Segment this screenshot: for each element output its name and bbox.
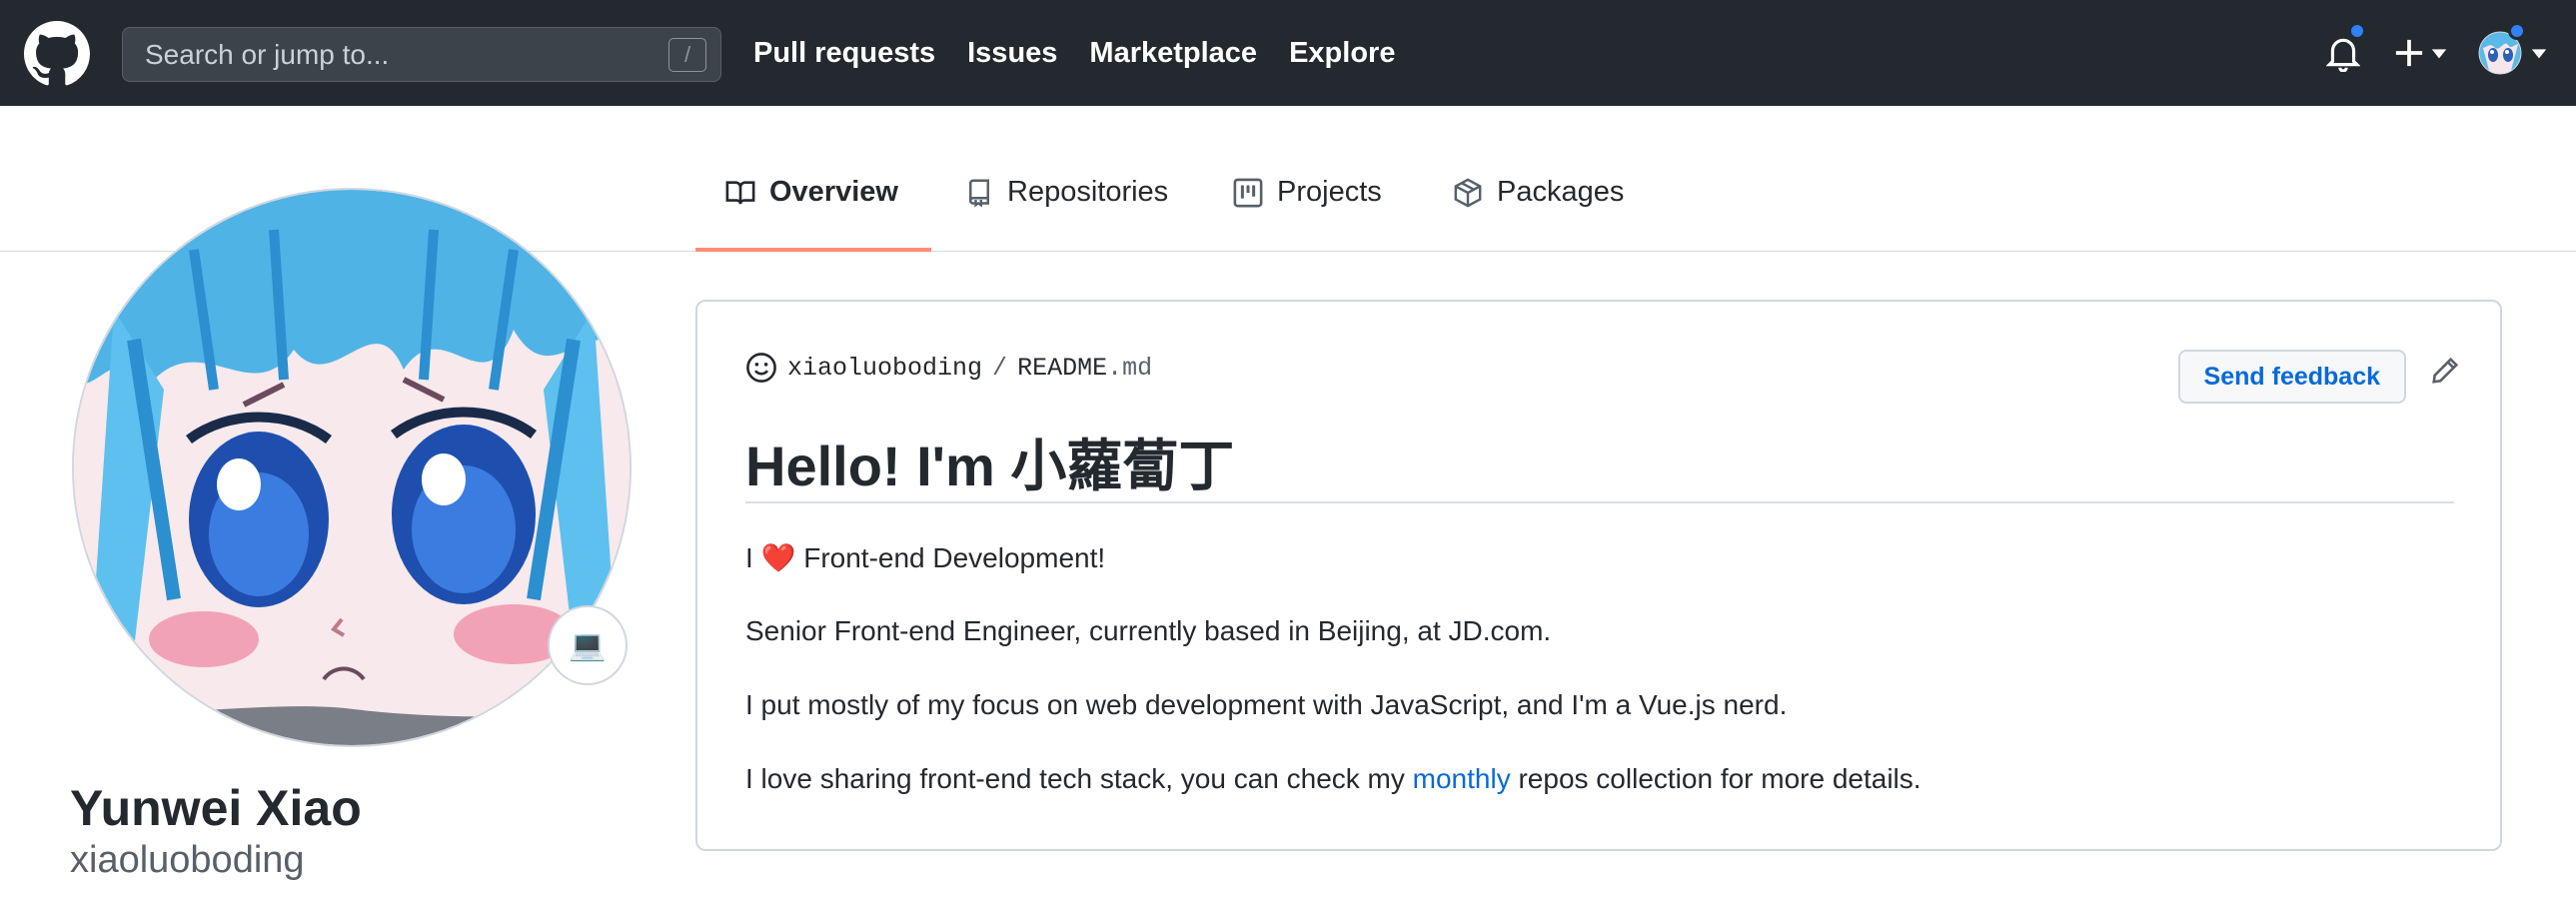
search-input[interactable]: [145, 38, 625, 71]
book-icon: [725, 181, 755, 205]
readme-line-2: Senior Front-end Engineer, currently bas…: [745, 615, 1552, 646]
search-shortcut-key: /: [668, 38, 706, 72]
caret-down-icon: [2531, 49, 2547, 59]
global-header: / Pull requests Issues Marketplace Explo…: [0, 0, 2576, 106]
readme-line-1: I ❤️ Front-end Development!: [745, 541, 1105, 574]
breadcrumb-separator: /: [992, 353, 1008, 383]
github-logo-icon[interactable]: [24, 21, 90, 87]
tab-repositories[interactable]: Repositories: [965, 176, 1168, 252]
readme-file-ext: .md: [1107, 353, 1153, 383]
readme-owner-link[interactable]: xiaoluoboding: [787, 354, 982, 383]
nav-marketplace[interactable]: Marketplace: [1089, 37, 1257, 70]
profile-full-name: Yunwei Xiao: [70, 780, 362, 836]
package-icon: [1454, 178, 1482, 208]
profile-avatar[interactable]: [72, 188, 632, 747]
profile-readme-card: xiaoluoboding / README.md Send feedback …: [695, 300, 2502, 851]
readme-file-link[interactable]: README.md: [1017, 354, 1152, 383]
avatar-illustration: [74, 190, 630, 745]
readme-line-1-prefix: I: [745, 542, 761, 573]
readme-line-4: I love sharing front-end tech stack, you…: [745, 763, 1922, 795]
readme-line-4-prefix: I love sharing front-end tech stack, you…: [745, 763, 1413, 794]
global-nav: Pull requests Issues Marketplace Explore: [753, 0, 1395, 106]
project-icon: [1233, 178, 1263, 208]
readme-line-1-suffix: Front-end Development!: [795, 542, 1106, 573]
nav-explore[interactable]: Explore: [1289, 37, 1395, 70]
notification-indicator: [2348, 22, 2366, 40]
laptop-status-icon: 💻: [569, 628, 607, 662]
readme-heading: Hello! I'm 小蘿蔔丁: [745, 422, 2454, 503]
plus-icon: [2395, 39, 2423, 67]
user-menu-button[interactable]: [2478, 0, 2558, 106]
smiley-icon: [746, 353, 776, 383]
send-feedback-button[interactable]: Send feedback: [2177, 350, 2406, 404]
readme-breadcrumb: xiaoluoboding / README.md: [745, 352, 1152, 384]
nav-issues[interactable]: Issues: [967, 37, 1057, 70]
set-status-button[interactable]: 💻: [548, 605, 628, 685]
repo-icon: [969, 179, 989, 208]
notifications-button[interactable]: [2326, 0, 2372, 106]
monthly-link[interactable]: monthly: [1413, 763, 1511, 794]
profile-username: xiaoluoboding: [70, 839, 305, 881]
pencil-edit-icon[interactable]: [2430, 356, 2460, 386]
heart-emoji-icon: ❤️: [760, 542, 796, 573]
tab-label: Projects: [1277, 176, 1382, 208]
tab-overview[interactable]: Overview: [695, 176, 931, 252]
tab-projects[interactable]: Projects: [1233, 176, 1382, 252]
create-new-button[interactable]: [2394, 0, 2458, 106]
nav-pull-requests[interactable]: Pull requests: [753, 37, 935, 70]
readme-file-base: README: [1017, 353, 1108, 383]
readme-line-4-suffix: repos collection for more details.: [1510, 763, 1922, 794]
caret-down-icon: [2431, 49, 2447, 59]
tab-label: Packages: [1497, 176, 1625, 208]
tab-packages[interactable]: Packages: [1453, 176, 1624, 252]
tab-label: Overview: [769, 176, 898, 208]
search-box[interactable]: /: [122, 27, 721, 82]
avatar-status-indicator: [2508, 22, 2526, 40]
readme-line-3: I put mostly of my focus on web developm…: [745, 689, 1788, 720]
tab-label: Repositories: [1007, 176, 1169, 208]
